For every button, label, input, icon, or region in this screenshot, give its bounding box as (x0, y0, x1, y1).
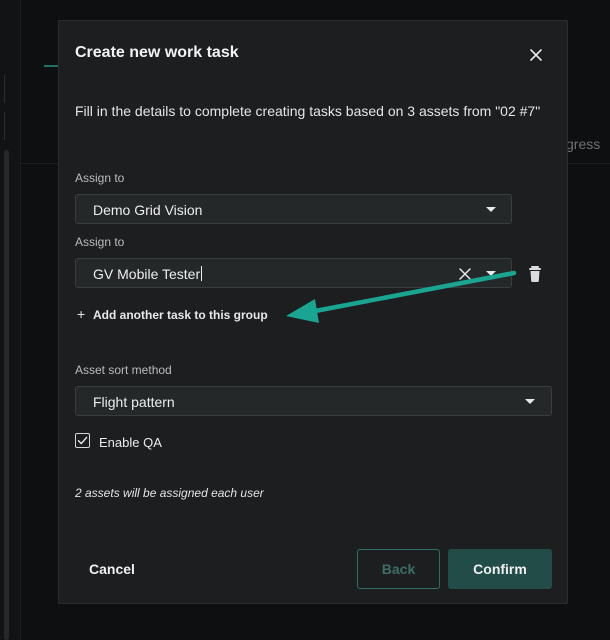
assign-to-label: Assign to (75, 235, 125, 249)
assign-to-select-2[interactable]: GV Mobile Tester (75, 258, 512, 288)
background-rail-tick (0, 75, 5, 103)
add-another-task-button[interactable]: + Add another task to this group (77, 306, 268, 322)
add-task-label: Add another task to this group (93, 308, 268, 322)
background-rail-tick (0, 112, 5, 140)
chevron-down-icon (525, 399, 535, 404)
assign-to-value: Demo Grid Vision (93, 202, 203, 218)
cancel-button[interactable]: Cancel (89, 561, 135, 577)
back-button[interactable]: Back (357, 549, 440, 589)
dialog-description: Fill in the details to complete creating… (75, 103, 541, 119)
asset-sort-label: Asset sort method (75, 363, 172, 377)
close-button[interactable] (524, 43, 548, 67)
plus-icon: + (77, 306, 86, 322)
assign-to-label: Assign to (75, 171, 125, 185)
assign-to-select-1[interactable]: Demo Grid Vision (75, 194, 512, 224)
clear-icon[interactable] (457, 266, 473, 282)
create-work-task-dialog: Create new work task Fill in the details… (58, 20, 568, 604)
background-progress-label: gress (566, 136, 601, 152)
assign-note: 2 assets will be assigned each user (75, 486, 264, 500)
confirm-button[interactable]: Confirm (448, 549, 552, 589)
checkmark-icon (77, 436, 88, 445)
text-cursor (201, 266, 203, 281)
trash-icon[interactable] (528, 265, 542, 283)
assign-to-input-value: GV Mobile Tester (93, 266, 203, 282)
enable-qa-checkbox[interactable] (75, 433, 90, 448)
enable-qa-label: Enable QA (99, 435, 162, 450)
background-scrollbar (4, 150, 9, 640)
asset-sort-value: Flight pattern (93, 394, 175, 410)
asset-sort-select[interactable]: Flight pattern (75, 386, 552, 416)
background-tab-underline (44, 65, 58, 67)
chevron-down-icon (486, 207, 496, 212)
chevron-down-icon (486, 271, 496, 276)
close-icon (530, 49, 542, 61)
dialog-title: Create new work task (75, 44, 239, 61)
